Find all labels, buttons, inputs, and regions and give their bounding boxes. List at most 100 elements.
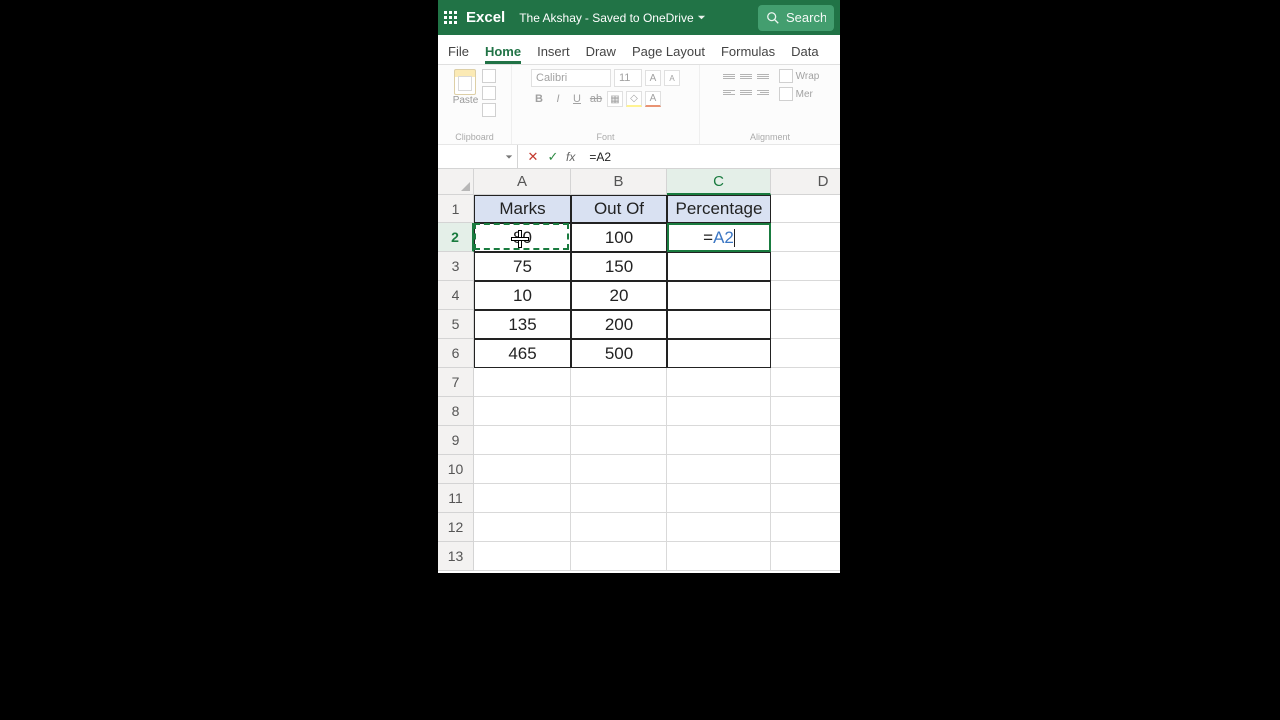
row-header-10[interactable]: 10 [438, 455, 474, 484]
cell-D5[interactable] [771, 310, 840, 339]
border-button[interactable]: ▦ [607, 91, 623, 107]
cell-A4[interactable]: 10 [474, 281, 571, 310]
cell-A5[interactable]: 135 [474, 310, 571, 339]
search-input[interactable] [786, 10, 826, 25]
row-header-1[interactable]: 1 [438, 195, 474, 223]
cell-D9[interactable] [771, 426, 840, 455]
row-header-11[interactable]: 11 [438, 484, 474, 513]
cancel-formula-button[interactable]: ✕ [526, 150, 540, 164]
underline-button[interactable]: U [569, 91, 585, 107]
cell-C2[interactable]: =A2 [667, 223, 771, 252]
cell-D12[interactable] [771, 513, 840, 542]
cell-A6[interactable]: 465 [474, 339, 571, 368]
cell-B6[interactable]: 500 [571, 339, 667, 368]
cell-C4[interactable] [667, 281, 771, 310]
cell-C8[interactable] [667, 397, 771, 426]
select-all-corner[interactable] [438, 169, 474, 195]
cell-A13[interactable] [474, 542, 571, 571]
cell-C13[interactable] [667, 542, 771, 571]
row-header-3[interactable]: 3 [438, 252, 474, 281]
cell-B9[interactable] [571, 426, 667, 455]
cell-B8[interactable] [571, 397, 667, 426]
cell-A9[interactable] [474, 426, 571, 455]
cell-B7[interactable] [571, 368, 667, 397]
col-header-D[interactable]: D [771, 169, 840, 195]
col-header-C[interactable]: C [667, 169, 771, 195]
accept-formula-button[interactable]: ✓ [546, 150, 560, 164]
name-box[interactable] [438, 145, 518, 168]
spreadsheet-grid[interactable]: A B C D 12345678910111213 MarksOut OfPer… [438, 169, 840, 573]
copy-icon[interactable] [482, 86, 496, 100]
cell-C12[interactable] [667, 513, 771, 542]
cell-B5[interactable]: 200 [571, 310, 667, 339]
cell-C6[interactable] [667, 339, 771, 368]
cell-D1[interactable] [771, 195, 840, 223]
row-header-13[interactable]: 13 [438, 542, 474, 571]
font-family-combo[interactable]: Calibri [531, 69, 611, 87]
cell-A11[interactable] [474, 484, 571, 513]
strike-button[interactable]: ab [588, 91, 604, 107]
cell-D7[interactable] [771, 368, 840, 397]
cell-D8[interactable] [771, 397, 840, 426]
row-header-2[interactable]: 2 [438, 223, 474, 252]
cell-D4[interactable] [771, 281, 840, 310]
row-header-9[interactable]: 9 [438, 426, 474, 455]
cell-A10[interactable] [474, 455, 571, 484]
cell-A2[interactable]: 80 [474, 223, 571, 252]
search-box[interactable] [758, 5, 834, 31]
cell-C11[interactable] [667, 484, 771, 513]
cell-D6[interactable] [771, 339, 840, 368]
document-title[interactable]: The Akshay - Saved to OneDrive [519, 11, 705, 25]
cell-C9[interactable] [667, 426, 771, 455]
cell-C3[interactable] [667, 252, 771, 281]
shrink-font-button[interactable]: A [664, 70, 680, 86]
merge-button[interactable]: Mer [779, 87, 820, 101]
font-color-button[interactable]: A [645, 91, 661, 107]
row-header-12[interactable]: 12 [438, 513, 474, 542]
formula-input[interactable]: =A2 [583, 150, 840, 164]
cell-A7[interactable] [474, 368, 571, 397]
fx-icon[interactable]: fx [566, 150, 575, 164]
app-launcher-icon[interactable] [444, 11, 458, 25]
tab-data[interactable]: Data [783, 38, 826, 64]
tab-file[interactable]: File [440, 38, 477, 64]
row-header-7[interactable]: 7 [438, 368, 474, 397]
italic-button[interactable]: I [550, 91, 566, 107]
cell-B12[interactable] [571, 513, 667, 542]
row-header-6[interactable]: 6 [438, 339, 474, 368]
bold-button[interactable]: B [531, 91, 547, 107]
tab-page-layout[interactable]: Page Layout [624, 38, 713, 64]
cell-B10[interactable] [571, 455, 667, 484]
cell-C5[interactable] [667, 310, 771, 339]
tab-home[interactable]: Home [477, 38, 529, 64]
cell-C7[interactable] [667, 368, 771, 397]
cell-B11[interactable] [571, 484, 667, 513]
row-header-4[interactable]: 4 [438, 281, 474, 310]
col-header-A[interactable]: A [474, 169, 571, 195]
format-painter-icon[interactable] [482, 103, 496, 117]
font-size-combo[interactable]: 11 [614, 69, 642, 87]
cell-A3[interactable]: 75 [474, 252, 571, 281]
paste-button[interactable]: Paste [453, 69, 479, 117]
cell-D3[interactable] [771, 252, 840, 281]
cell-A12[interactable] [474, 513, 571, 542]
row-header-8[interactable]: 8 [438, 397, 474, 426]
align-buttons[interactable] [721, 69, 771, 99]
grow-font-button[interactable]: A [645, 70, 661, 86]
wrap-text-button[interactable]: Wrap [779, 69, 820, 83]
cell-D2[interactable] [771, 223, 840, 252]
cell-B4[interactable]: 20 [571, 281, 667, 310]
cell-D13[interactable] [771, 542, 840, 571]
tab-draw[interactable]: Draw [578, 38, 624, 64]
fill-color-button[interactable]: ◇ [626, 91, 642, 107]
cell-A1[interactable]: Marks [474, 195, 571, 223]
cell-B3[interactable]: 150 [571, 252, 667, 281]
tab-insert[interactable]: Insert [529, 38, 578, 64]
col-header-B[interactable]: B [571, 169, 667, 195]
cut-icon[interactable] [482, 69, 496, 83]
cell-D10[interactable] [771, 455, 840, 484]
cell-B1[interactable]: Out Of [571, 195, 667, 223]
cell-B2[interactable]: 100 [571, 223, 667, 252]
cell-C1[interactable]: Percentage [667, 195, 771, 223]
cell-B13[interactable] [571, 542, 667, 571]
